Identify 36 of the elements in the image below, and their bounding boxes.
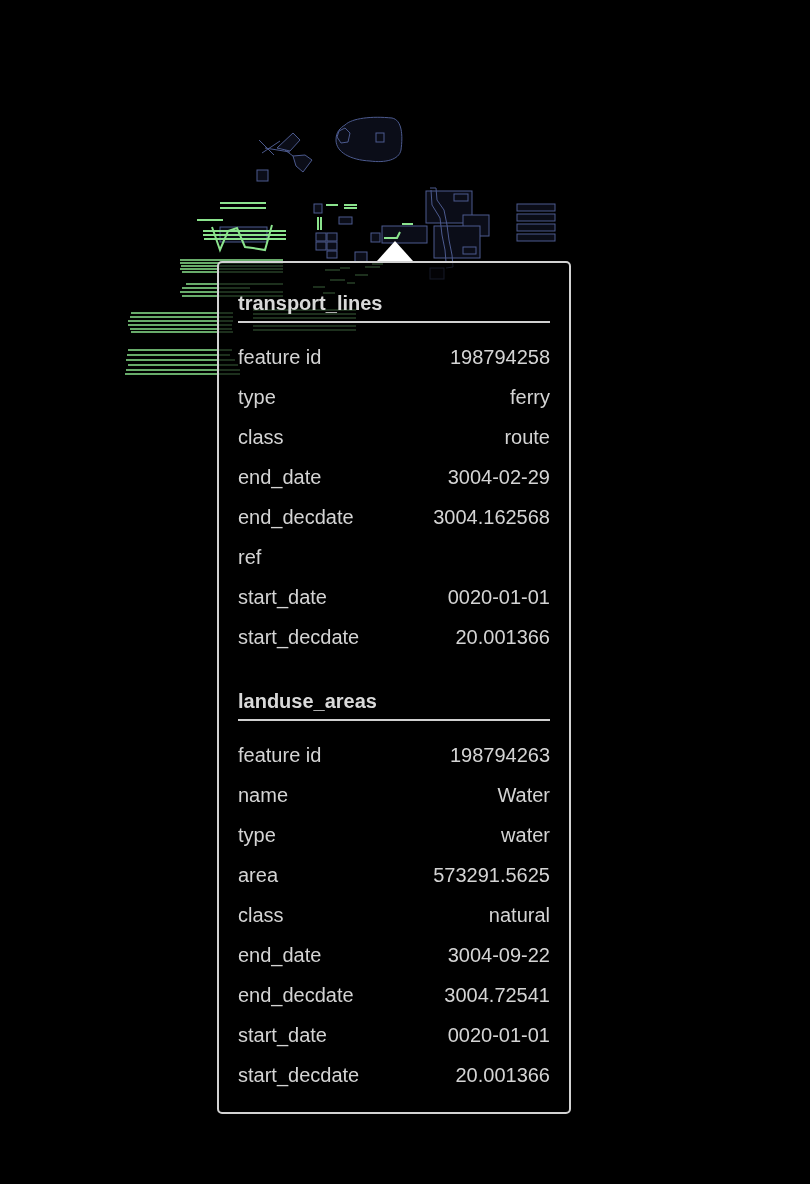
property-value: 3004.162568 bbox=[433, 505, 550, 529]
property-name: ref bbox=[238, 545, 262, 569]
property-name: end_date bbox=[238, 943, 322, 967]
property-name: type bbox=[238, 823, 276, 847]
property-name: feature id bbox=[238, 345, 322, 369]
property-name: class bbox=[238, 425, 284, 449]
property-name: end_decdate bbox=[238, 983, 354, 1007]
property-name: start_decdate bbox=[238, 625, 360, 649]
property-name: start_decdate bbox=[238, 1063, 360, 1087]
property-value: 198794258 bbox=[449, 345, 550, 369]
property-value: 3004-09-22 bbox=[447, 943, 550, 967]
property-name: type bbox=[238, 385, 276, 409]
property-value: water bbox=[501, 823, 550, 847]
property-value: natural bbox=[488, 903, 550, 927]
property-name: area bbox=[238, 863, 279, 887]
layer-title: landuse_areas bbox=[238, 689, 377, 714]
property-value: Water bbox=[497, 783, 550, 807]
property-value: 20.001366 bbox=[455, 1063, 550, 1087]
property-name: class bbox=[238, 903, 284, 927]
property-name: name bbox=[238, 783, 289, 807]
property-name: start_date bbox=[238, 585, 327, 609]
property-name: start_date bbox=[238, 1023, 327, 1047]
property-value: 0020-01-01 bbox=[447, 1023, 550, 1047]
property-value: 198794263 bbox=[449, 743, 550, 767]
property-value: 3004-02-29 bbox=[447, 465, 550, 489]
layer-title: transport_lines bbox=[238, 291, 383, 316]
property-value: 20.001366 bbox=[455, 625, 550, 649]
property-value: 3004.72541 bbox=[444, 983, 550, 1007]
property-value: route bbox=[504, 425, 550, 449]
property-value: ferry bbox=[510, 385, 550, 409]
property-value: 573291.5625 bbox=[433, 863, 550, 887]
property-name: feature id bbox=[238, 743, 322, 767]
property-name: end_date bbox=[238, 465, 322, 489]
property-name: end_decdate bbox=[238, 505, 354, 529]
popup-pointer-icon bbox=[377, 241, 413, 261]
property-value: 0020-01-01 bbox=[447, 585, 550, 609]
